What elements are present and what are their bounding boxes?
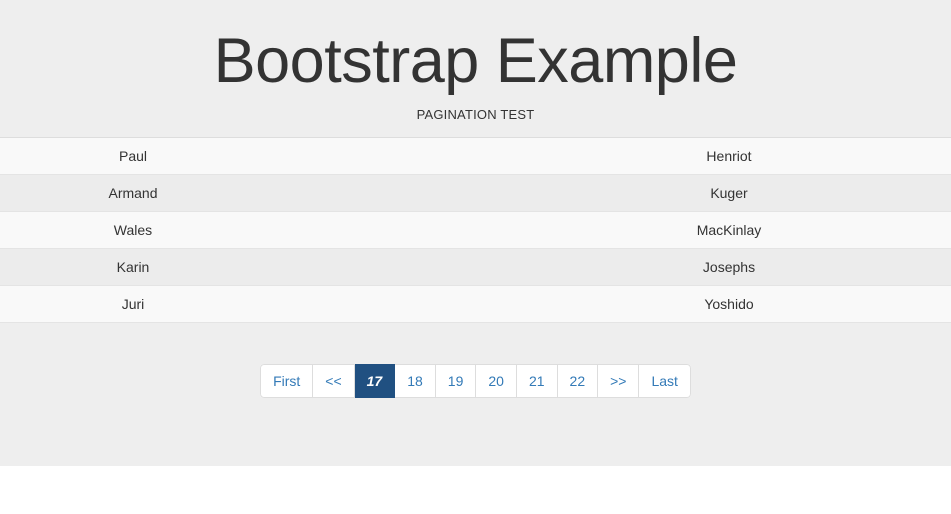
pagination-item-next[interactable]: >> bbox=[598, 364, 640, 398]
pagination-item-page-17[interactable]: 17 bbox=[354, 364, 396, 398]
names-table-body: Paul Henriot Armand Kuger Wales MacKinlay Kari… bbox=[0, 137, 951, 323]
table-row: Juri Yoshido bbox=[0, 285, 951, 323]
cell-spacer bbox=[266, 211, 507, 249]
table-row: Karin Josephs bbox=[0, 248, 951, 286]
names-table: Paul Henriot Armand Kuger Wales MacKinlay Kari… bbox=[0, 137, 951, 323]
cell-first-name: Wales bbox=[0, 211, 266, 249]
pagination-item-page-22[interactable]: 22 bbox=[557, 364, 599, 398]
cell-spacer bbox=[266, 248, 507, 286]
jumbotron-header: Bootstrap Example PAGINATION TEST bbox=[0, 0, 951, 137]
pagination: First << 17 18 19 20 21 22 >> Last bbox=[260, 364, 691, 398]
pagination-item-page-21[interactable]: 21 bbox=[516, 364, 558, 398]
pagination-item-page-20[interactable]: 20 bbox=[476, 364, 517, 398]
cell-first-name: Armand bbox=[0, 174, 266, 212]
table-row: Wales MacKinlay bbox=[0, 211, 951, 249]
cell-last-name: Henriot bbox=[507, 137, 951, 175]
cell-first-name: Karin bbox=[0, 248, 266, 286]
page-title: Bootstrap Example bbox=[213, 26, 738, 96]
cell-last-name: MacKinlay bbox=[507, 211, 951, 249]
pagination-item-last[interactable]: Last bbox=[639, 364, 691, 398]
page-subtitle: PAGINATION TEST bbox=[416, 107, 535, 122]
pagination-item-page-19[interactable]: 19 bbox=[435, 364, 477, 398]
cell-first-name: Paul bbox=[0, 137, 266, 175]
cell-last-name: Josephs bbox=[507, 248, 951, 286]
cell-spacer bbox=[266, 174, 507, 212]
footer-space bbox=[0, 466, 951, 514]
cell-last-name: Yoshido bbox=[507, 285, 951, 323]
table-row: Paul Henriot bbox=[0, 137, 951, 175]
pagination-item-first[interactable]: First bbox=[260, 364, 314, 398]
cell-spacer bbox=[266, 285, 507, 323]
cell-spacer bbox=[266, 137, 507, 175]
table-row: Armand Kuger bbox=[0, 174, 951, 212]
pagination-item-page-18[interactable]: 18 bbox=[395, 364, 436, 398]
cell-first-name: Juri bbox=[0, 285, 266, 323]
pagination-container: First << 17 18 19 20 21 22 >> Last bbox=[0, 323, 951, 466]
table-container: Paul Henriot Armand Kuger Wales MacKinlay Kari… bbox=[0, 137, 951, 323]
pagination-item-prev[interactable]: << bbox=[313, 364, 355, 398]
cell-last-name: Kuger bbox=[507, 174, 951, 212]
